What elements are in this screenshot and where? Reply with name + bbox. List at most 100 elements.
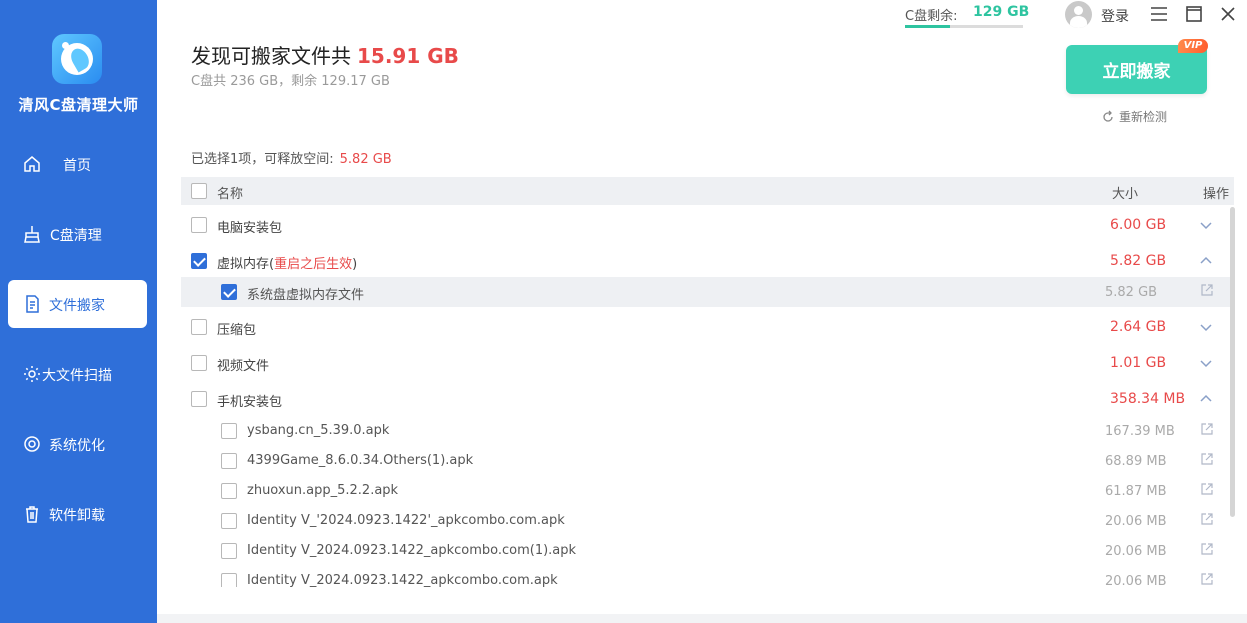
table-row[interactable]: 视频文件 1.01 GB	[181, 347, 1234, 377]
table-row[interactable]: 压缩包 2.64 GB	[181, 311, 1234, 341]
selection-text: 已选择1项，可释放空间:	[191, 152, 334, 167]
item-name: Identity V_'2024.0923.1422'_apkcombo.com…	[247, 513, 565, 528]
disk-usage-fill	[905, 25, 950, 28]
item-name: 系统盘虚拟内存文件	[247, 288, 365, 303]
row-name: 虚拟内存(重启之后生效)	[217, 257, 358, 272]
sidebar-item-label: 软件卸载	[49, 508, 105, 524]
row-checkbox[interactable]	[191, 319, 207, 335]
select-all-checkbox[interactable]	[191, 183, 207, 199]
external-link-icon[interactable]	[1200, 572, 1214, 586]
item-name: Identity V_2024.0923.1422_apkcombo.com(1…	[247, 543, 577, 558]
item-checkbox[interactable]	[221, 423, 237, 439]
selection-summary: 已选择1项，可释放空间: 5.82 GB	[191, 148, 392, 167]
row-name: 视频文件	[217, 359, 270, 374]
login-link[interactable]: 登录	[1101, 6, 1129, 26]
disk-remaining-value: 129 GB	[973, 4, 1030, 20]
selection-value: 5.82 GB	[339, 152, 392, 167]
sidebar-item-large-file-scan[interactable]: 大文件扫描	[8, 350, 147, 398]
sidebar: 清风C盘清理大师 首页 C盘清理 文件搬家 大文件扫描 系统优化 软件卸载	[0, 0, 157, 623]
page-title-text: 发现可搬家文件共	[191, 44, 351, 68]
external-link-icon[interactable]	[1200, 422, 1214, 436]
restart-note: 重启之后生效	[274, 257, 353, 272]
total-size: 15.91 GB	[357, 44, 459, 68]
chevron-down-icon[interactable]	[1198, 355, 1214, 371]
column-name: 名称	[217, 187, 244, 202]
row-checkbox[interactable]	[191, 253, 207, 269]
close-icon[interactable]	[1218, 4, 1238, 24]
recheck-label: 重新检测	[1119, 110, 1168, 124]
row-size: 6.00 GB	[1110, 217, 1167, 233]
item-name: ysbang.cn_5.39.0.apk	[247, 423, 390, 438]
row-size: 2.64 GB	[1110, 319, 1167, 335]
item-checkbox[interactable]	[221, 513, 237, 529]
sidebar-item-label: 文件搬家	[49, 298, 105, 314]
sidebar-item-label: C盘清理	[50, 228, 102, 244]
chevron-up-icon[interactable]	[1198, 391, 1214, 407]
disk-remaining-label: C盘剩余:	[905, 9, 958, 24]
table-row[interactable]: 电脑安装包 6.00 GB	[181, 209, 1234, 239]
row-checkbox[interactable]	[191, 355, 207, 371]
item-size: 167.39 MB	[1105, 424, 1175, 439]
list-item[interactable]: Identity V_2024.0923.1422_apkcombo.com.a…	[181, 566, 1234, 587]
item-size: 20.06 MB	[1105, 574, 1167, 587]
sidebar-item-system-optimize[interactable]: 系统优化	[8, 420, 147, 468]
gear-scan-icon	[22, 364, 42, 384]
list-item[interactable]: Identity V_2024.0923.1422_apkcombo.com(1…	[181, 536, 1234, 566]
recheck-button[interactable]: 重新检测	[1101, 108, 1167, 125]
item-size: 61.87 MB	[1105, 484, 1167, 499]
item-size: 5.82 GB	[1105, 285, 1158, 300]
vip-badge: VIP	[1178, 39, 1208, 53]
sidebar-item-label: 系统优化	[49, 438, 105, 454]
table-row[interactable]: 虚拟内存(重启之后生效) 5.82 GB	[181, 245, 1234, 275]
external-link-icon[interactable]	[1200, 512, 1214, 526]
row-size: 1.01 GB	[1110, 355, 1167, 371]
item-checkbox[interactable]	[221, 483, 237, 499]
item-size: 68.89 MB	[1105, 454, 1167, 469]
external-link-icon[interactable]	[1200, 452, 1214, 466]
item-checkbox[interactable]	[221, 573, 237, 587]
sidebar-item-label: 首页	[63, 158, 91, 174]
item-size: 20.06 MB	[1105, 514, 1167, 529]
column-action: 操作	[1203, 187, 1230, 202]
list-item[interactable]: 系统盘虚拟内存文件 5.82 GB	[181, 277, 1234, 307]
disk-usage-bar	[905, 25, 1023, 28]
item-checkbox[interactable]	[221, 453, 237, 469]
chevron-down-icon[interactable]	[1198, 217, 1214, 233]
avatar[interactable]	[1065, 1, 1092, 28]
maximize-icon[interactable]	[1184, 4, 1204, 24]
app-name: 清风C盘清理大师	[18, 96, 139, 114]
sidebar-item-uninstall[interactable]: 软件卸载	[8, 490, 147, 538]
menu-icon[interactable]	[1149, 4, 1169, 24]
list-item[interactable]: ysbang.cn_5.39.0.apk 167.39 MB	[181, 416, 1234, 446]
external-link-icon[interactable]	[1200, 542, 1214, 556]
external-link-icon[interactable]	[1200, 283, 1214, 297]
item-name: Identity V_2024.0923.1422_apkcombo.com.a…	[247, 573, 558, 587]
chevron-up-icon[interactable]	[1198, 253, 1214, 269]
row-name: 压缩包	[217, 323, 257, 338]
row-checkbox[interactable]	[191, 217, 207, 233]
item-checkbox[interactable]	[221, 284, 237, 300]
refresh-icon	[1103, 110, 1113, 122]
list-item[interactable]: zhuoxun.app_5.2.2.apk 61.87 MB	[181, 476, 1234, 506]
chevron-down-icon[interactable]	[1198, 319, 1214, 335]
table-header: 名称 大小 操作	[181, 177, 1234, 205]
table-row[interactable]: 手机安装包 358.34 MB	[181, 383, 1234, 413]
item-name: 4399Game_8.6.0.34.Others(1).apk	[247, 453, 474, 468]
list-item[interactable]: Identity V_'2024.0923.1422'_apkcombo.com…	[181, 506, 1234, 536]
sidebar-item-home[interactable]: 首页	[8, 140, 147, 188]
column-size: 大小	[1112, 187, 1139, 202]
external-link-icon[interactable]	[1200, 482, 1214, 496]
item-size: 20.06 MB	[1105, 544, 1167, 559]
broom-icon	[22, 224, 42, 244]
home-icon	[22, 154, 42, 174]
item-checkbox[interactable]	[221, 543, 237, 559]
sidebar-item-file-move[interactable]: 文件搬家	[8, 280, 147, 328]
list-item[interactable]: 4399Game_8.6.0.34.Others(1).apk 68.89 MB	[181, 446, 1234, 476]
row-checkbox[interactable]	[191, 391, 207, 407]
app-logo-icon	[52, 34, 102, 84]
bottom-strip	[157, 614, 1247, 623]
sidebar-item-c-clean[interactable]: C盘清理	[8, 210, 147, 258]
row-size: 5.82 GB	[1110, 253, 1167, 269]
file-move-icon	[22, 294, 42, 314]
scrollbar[interactable]	[1230, 207, 1235, 517]
